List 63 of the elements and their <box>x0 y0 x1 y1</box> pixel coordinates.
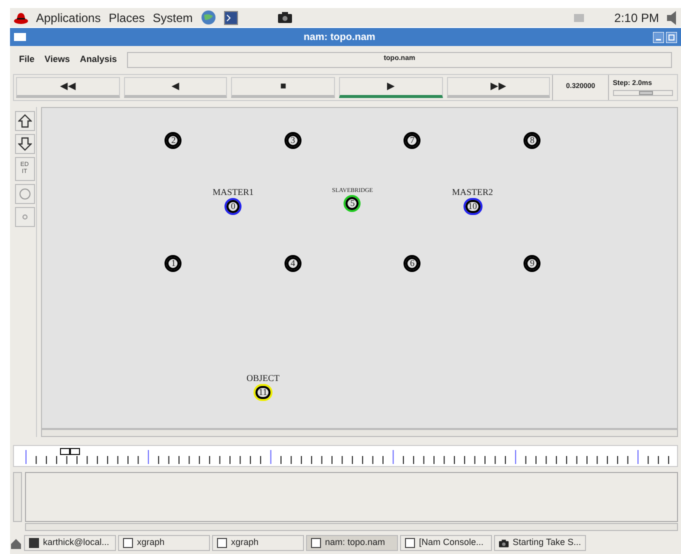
panel-menu[interactable]: System <box>152 8 193 26</box>
point-tool-button[interactable] <box>14 207 34 227</box>
node-label: OBJECT <box>246 374 280 383</box>
network-node[interactable]: 2 <box>164 132 182 149</box>
network-node[interactable]: 11 <box>254 384 272 401</box>
camera-icon <box>278 12 292 23</box>
window-icon <box>311 538 321 548</box>
taskbar-button[interactable]: xgraph <box>118 535 210 551</box>
menu-item[interactable]: File <box>19 52 35 66</box>
window-title: nam: topo.nam <box>302 30 376 44</box>
network-node[interactable]: 7 <box>404 132 421 149</box>
terminal-icon[interactable] <box>224 10 238 24</box>
horizontal-scrollbar[interactable] <box>41 429 678 437</box>
taskbar-button[interactable]: Starting Take S... <box>494 535 586 551</box>
small-circle-icon <box>22 214 28 220</box>
network-node[interactable]: 8 <box>524 132 541 149</box>
transport-button[interactable]: ◀◀ <box>16 77 120 98</box>
network-node[interactable]: 4 <box>284 255 302 272</box>
network-node[interactable]: 10 <box>463 198 482 215</box>
window-icon <box>217 538 227 548</box>
down-arrow-icon <box>18 137 32 151</box>
camera-icon <box>499 538 509 548</box>
network-node[interactable]: 0 <box>224 198 242 215</box>
minimize-icon[interactable] <box>653 32 664 42</box>
network-node[interactable]: 6 <box>404 255 421 272</box>
time-marker-icon[interactable] <box>60 448 80 455</box>
transport-button[interactable]: ▶ <box>339 77 443 98</box>
terminal-icon <box>29 538 39 548</box>
taskbar-button[interactable]: nam: topo.nam <box>306 535 398 551</box>
zoom-out-button[interactable] <box>14 134 34 154</box>
globe-icon[interactable] <box>200 10 216 25</box>
node-label: MASTER1 <box>212 188 254 197</box>
slider-thumb[interactable] <box>638 90 653 95</box>
transport-button[interactable]: ■ <box>231 77 336 98</box>
step-slider[interactable] <box>612 90 673 96</box>
network-node[interactable]: 9 <box>524 255 541 272</box>
window-icon <box>405 538 415 548</box>
menu-item[interactable]: Views <box>44 52 70 66</box>
speaker-icon <box>667 10 677 24</box>
window-icon <box>123 538 133 548</box>
timeline[interactable] <box>13 445 678 467</box>
horizontal-scrollbar[interactable] <box>25 523 678 531</box>
circle-icon <box>18 188 30 200</box>
clock-text: 2:10 PM <box>614 10 659 26</box>
taskbar-button[interactable]: xgraph <box>212 535 304 551</box>
panel-menu[interactable]: Places <box>108 8 145 26</box>
transport-button[interactable]: ▶▶ <box>446 77 550 98</box>
maximize-icon[interactable] <box>666 32 677 42</box>
network-node[interactable]: 1 <box>164 255 182 272</box>
zoom-in-button[interactable] <box>14 111 34 131</box>
taskbar-button[interactable]: [Nam Console... <box>400 535 492 551</box>
transport-button[interactable]: ◀ <box>124 77 228 98</box>
node-label: MASTER2 <box>452 188 494 197</box>
hat-icon <box>14 12 28 24</box>
taskbar-button[interactable]: karthick@local... <box>24 535 116 551</box>
panel-menu[interactable]: Applications <box>36 8 101 26</box>
up-arrow-icon <box>18 114 32 128</box>
network-node[interactable]: 3 <box>284 132 302 149</box>
vertical-scrollbar[interactable] <box>13 472 22 522</box>
network-node[interactable]: 5 <box>344 195 361 212</box>
circle-tool-button[interactable] <box>14 184 34 204</box>
menu-item[interactable]: Analysis <box>80 52 117 66</box>
show-desktop-icon[interactable] <box>10 538 22 550</box>
